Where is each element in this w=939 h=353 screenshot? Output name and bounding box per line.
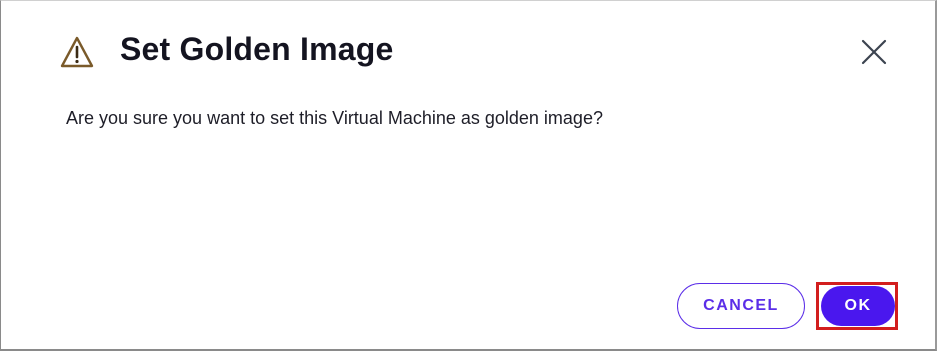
warning-triangle-icon (59, 35, 95, 69)
close-icon (861, 39, 887, 65)
close-button[interactable] (857, 35, 891, 69)
cancel-button[interactable]: CANCEL (677, 283, 805, 329)
dialog-message: Are you sure you want to set this Virtua… (66, 108, 603, 128)
set-golden-image-dialog: Set Golden Image Are you sure you want t… (0, 0, 937, 351)
ok-button[interactable]: OK (821, 286, 895, 326)
dialog-title: Set Golden Image (120, 31, 394, 67)
